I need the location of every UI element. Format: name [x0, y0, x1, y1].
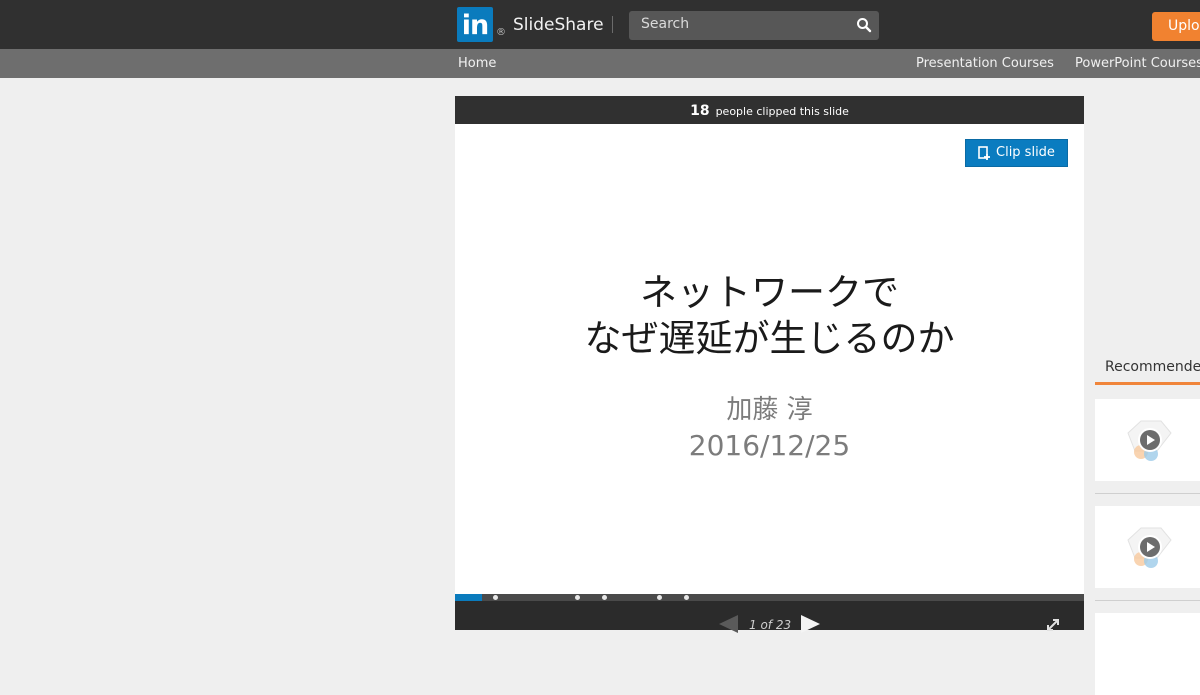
top-bar: in ® SlideShare Search Upload: [0, 0, 1200, 49]
recommended-course-card[interactable]: [1095, 613, 1200, 695]
clip-slide-button[interactable]: Clip slide: [965, 139, 1068, 167]
next-slide-icon[interactable]: [801, 615, 820, 633]
slide-title-line-1: ネットワークで: [640, 271, 899, 314]
slide-progress-fill: [455, 594, 482, 601]
search-icon[interactable]: [856, 17, 872, 33]
search-placeholder: Search: [641, 16, 690, 32]
progress-marker[interactable]: [493, 595, 498, 600]
recommended-tab-underline: [1095, 382, 1200, 385]
progress-marker[interactable]: [602, 595, 607, 600]
clip-count-text: people clipped this slide: [715, 105, 849, 118]
progress-marker[interactable]: [575, 595, 580, 600]
nav-presentation-courses-link[interactable]: Presentation Courses: [916, 56, 1054, 71]
clip-count-bar: 18 people clipped this slide: [455, 96, 1084, 124]
player-controls: 1 of 23: [455, 601, 1084, 633]
clip-slide-label: Clip slide: [996, 145, 1055, 160]
previous-slide-icon[interactable]: [719, 615, 738, 633]
slide-author: 加藤 淳: [726, 395, 813, 425]
clip-icon: [978, 146, 990, 160]
slide-progress-bar[interactable]: [455, 594, 1084, 601]
fullscreen-icon[interactable]: [1045, 617, 1061, 633]
slide-title: ネットワークで なぜ遅延が生じるのか: [455, 270, 1084, 362]
recommended-tab[interactable]: Recommended: [1105, 359, 1200, 375]
registered-mark: ®: [496, 27, 506, 38]
nav-home-link[interactable]: Home: [458, 56, 496, 71]
brand-name[interactable]: SlideShare: [513, 15, 604, 35]
sub-nav: Home Presentation Courses PowerPoint Cou…: [0, 49, 1200, 78]
clip-count: 18: [690, 103, 710, 119]
course-thumbnail: [1127, 527, 1172, 568]
course-thumbnail: [1127, 420, 1172, 461]
recommended-course-card[interactable]: [1095, 399, 1200, 481]
upload-button[interactable]: Upload: [1152, 12, 1200, 41]
search-input[interactable]: Search: [629, 11, 879, 40]
slide-player: 18 people clipped this slide Clip slide ネ…: [455, 96, 1084, 633]
slide-title-line-2: なぜ遅延が生じるのか: [584, 317, 955, 360]
card-divider: [1095, 493, 1200, 494]
header-divider: [612, 16, 613, 33]
slide-canvas: Clip slide ネットワークで なぜ遅延が生じるのか 加藤 淳 2016/…: [455, 124, 1084, 594]
progress-marker[interactable]: [657, 595, 662, 600]
card-divider: [1095, 600, 1200, 601]
slide-date: 2016/12/25: [688, 429, 851, 462]
recommended-sidebar: Recommended: [1084, 96, 1200, 695]
nav-powerpoint-courses-link[interactable]: PowerPoint Courses: [1075, 56, 1200, 71]
recommended-course-card[interactable]: [1095, 506, 1200, 588]
progress-marker[interactable]: [684, 595, 689, 600]
linkedin-logo[interactable]: in: [457, 7, 493, 42]
